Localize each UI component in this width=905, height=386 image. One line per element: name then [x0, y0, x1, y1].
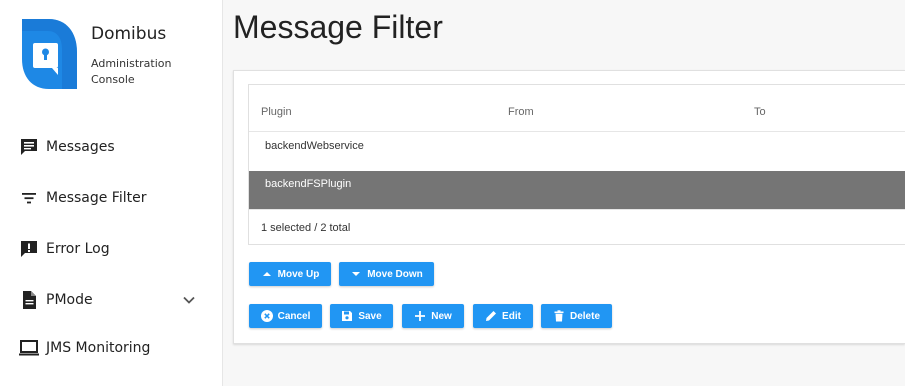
- error-log-icon: [18, 238, 40, 260]
- move-down-label: Move Down: [367, 268, 423, 280]
- caret-up-icon: [261, 268, 273, 280]
- cancel-label: Cancel: [277, 310, 311, 322]
- table-row[interactable]: backendWebservice: [249, 133, 905, 171]
- sidebar-item-label: Error Log: [46, 241, 110, 257]
- move-down-button[interactable]: Move Down: [339, 262, 434, 286]
- table-footer: 1 selected / 2 total: [249, 209, 905, 245]
- filter-icon: [18, 187, 40, 209]
- sidebar-item-label: JMS Monitoring: [46, 340, 151, 356]
- message-filter-card: Plugin From To backendWebservice backend…: [233, 70, 905, 344]
- page-title: Message Filter: [233, 9, 443, 45]
- plugin-cell: backendFSPlugin: [265, 178, 352, 190]
- sidebar-item-jms-monitoring[interactable]: JMS Monitoring: [18, 334, 208, 362]
- sidebar-item-label: Messages: [46, 139, 115, 155]
- domibus-logo: [22, 19, 77, 89]
- cancel-icon: [260, 310, 273, 322]
- new-button[interactable]: New: [402, 304, 464, 328]
- save-icon: [341, 310, 353, 322]
- new-label: New: [431, 310, 452, 322]
- trash-icon: [553, 310, 565, 322]
- plus-icon: [414, 310, 426, 322]
- edit-label: Edit: [502, 310, 521, 322]
- filter-table: Plugin From To backendWebservice backend…: [248, 84, 905, 245]
- app-subtitle: Administration Console: [91, 57, 172, 86]
- message-icon: [18, 136, 40, 158]
- delete-button[interactable]: Delete: [541, 304, 612, 328]
- column-header-from[interactable]: From: [508, 106, 534, 118]
- move-up-button[interactable]: Move Up: [249, 262, 331, 286]
- app-name: Domibus: [91, 24, 167, 44]
- table-header: Plugin From To: [249, 85, 905, 132]
- column-header-to[interactable]: To: [754, 106, 766, 118]
- sidebar-item-label: Message Filter: [46, 190, 147, 206]
- move-up-label: Move Up: [277, 268, 320, 280]
- selection-count: 1 selected / 2 total: [261, 222, 351, 234]
- monitor-icon: [18, 337, 40, 359]
- column-header-plugin[interactable]: Plugin: [261, 106, 292, 118]
- cancel-button[interactable]: Cancel: [249, 304, 322, 328]
- sidebar-item-message-filter[interactable]: Message Filter: [18, 184, 208, 212]
- caret-down-icon: [350, 268, 362, 280]
- document-icon: [18, 289, 40, 311]
- plugin-cell: backendWebservice: [265, 140, 364, 152]
- sidebar-item-messages[interactable]: Messages: [18, 133, 208, 161]
- sidebar-item-label: PMode: [46, 292, 93, 308]
- save-button[interactable]: Save: [330, 304, 393, 328]
- sidebar: Domibus Administration Console Messages …: [0, 0, 223, 386]
- edit-button[interactable]: Edit: [473, 304, 533, 328]
- save-label: Save: [358, 310, 382, 322]
- pencil-icon: [485, 310, 497, 322]
- table-row-selected[interactable]: backendFSPlugin: [249, 171, 905, 209]
- chevron-down-icon[interactable]: [182, 292, 196, 306]
- sidebar-item-error-log[interactable]: Error Log: [18, 235, 208, 263]
- delete-label: Delete: [569, 310, 600, 322]
- sidebar-item-pmode[interactable]: PMode: [18, 286, 208, 314]
